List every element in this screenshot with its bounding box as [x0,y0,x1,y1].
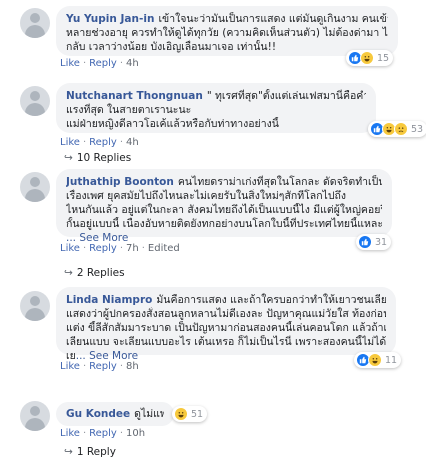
like-icon [358,235,372,249]
reaction-summary[interactable]: 15 [346,50,394,66]
haha-icon [174,407,188,421]
comment-text: หลายช่วงอายุ ควรทำให้ดูได้ทุกวัย (ความคิ… [66,27,388,39]
like-link[interactable]: Like [60,361,80,372]
reaction-count: 31 [375,236,388,248]
comment-bubble: Nutchanart Thongnuan " ทุเรศที่สุด"ตั้งแต… [56,83,376,133]
comment-text: " ทุเรศที่สุด"ตั้งแต่เล่นเฟสมานี่คือคำพู… [206,90,366,102]
reply-link[interactable]: Reply [89,58,117,69]
reaction-summary[interactable]: 11 [354,352,402,368]
comment-text: มันคือการแสดง และถ้าใครบอกว่าทำให้เยาวชน… [156,294,386,306]
comment-actions: Like · Reply · 7h · Edited [60,243,180,254]
like-link[interactable]: Like [60,243,80,254]
comment-text: ดูไม่แพง [134,408,164,420]
comment-actions: Like · Reply · 8h [60,361,139,372]
timestamp[interactable]: 8h [126,361,139,372]
replies-count[interactable]: 2 Replies [77,267,125,279]
replies-count[interactable]: 10 Replies [77,152,131,164]
comment-text: แรงที่สุด ในสายตาเรานะนะ [66,104,192,116]
comment-author[interactable]: Juthathip Boonton [66,176,174,188]
comment-author[interactable]: Linda Niampro [66,294,152,306]
reaction-count: 51 [191,408,204,420]
reply-link[interactable]: Reply [89,428,117,439]
reply-arrow-icon: ↪ [64,267,73,279]
comment-author[interactable]: Nutchanart Thongnuan [66,90,203,102]
comment-text: แสดงว่าผู้ปกครองสั่งสอนลูกหลานไม่ดีเองละ… [66,308,386,320]
like-link[interactable]: Like [60,137,80,148]
timestamp[interactable]: 4h [126,137,139,148]
reply-arrow-icon: ↪ [64,446,73,458]
comment-text: กลับ เวลาว่างน้อย บังเอิญเลื่อนมาเจอ เท่… [66,41,277,53]
edited-label[interactable]: Edited [148,243,180,254]
comment-bubble: Yu Yupin Jan-in เข้าใจนะว่ามันเป็นการแสดง… [56,6,398,56]
reply-link[interactable]: Reply [89,243,117,254]
avatar[interactable] [20,172,50,202]
comment-text: เข้าใจนะว่ามันเป็นการแสดง แต่มันดูเกินงา… [158,13,388,25]
reaction-count: 11 [385,354,398,366]
avatar[interactable] [20,86,50,116]
like-link[interactable]: Like [60,58,80,69]
comment-author[interactable]: Gu Kondee [66,408,130,420]
timestamp[interactable]: 7h [126,243,139,254]
avatar[interactable] [20,401,50,431]
comment-bubble: Juthathip Boonton คนไทยดราม่าเก่งที่สุดใน… [56,169,392,244]
reply-link[interactable]: Reply [89,361,117,372]
like-link[interactable]: Like [60,428,80,439]
comment-text: กั้นอยู่แบบนี้ เนื่องอับหายติดยังทกอย่าง… [66,218,382,230]
reaction-count: 15 [377,52,390,64]
comment-text: ไหนกันแล้ว อยู่แต่ในกะลา สังคมไทยถึงได้เ… [66,204,382,216]
comment-actions: Like · Reply · 4h [60,137,139,148]
comment-text: คนไทยดราม่าเก่งที่สุดในโลกละ ดัดจริตทำเป… [177,176,382,188]
sad-icon [394,122,408,136]
comment-text: เลียนแบบ จะเลียนแบบอะไร เต้นเหรอ ก็ไม่เป… [66,336,386,348]
haha-icon [360,51,374,65]
reaction-summary[interactable]: 51 [172,406,208,422]
haha-icon [368,353,382,367]
avatar[interactable] [20,291,50,321]
view-replies-link[interactable]: ↪ 2 Replies [64,267,125,279]
avatar[interactable] [20,8,50,38]
reaction-count: 53 [411,123,424,135]
comment-author[interactable]: Yu Yupin Jan-in [66,13,154,25]
reaction-summary[interactable]: 53 [368,121,426,137]
comment-text: แต่ง ขี้ลีสักสัมมาระบาด เป็นปัญหามาก่อนส… [66,322,386,334]
comment-text: เรื่องเพศ ยุคสมัยไปถึงไหนละไม่เคยรับในสิ… [66,190,346,202]
reaction-summary[interactable]: 31 [356,234,392,250]
timestamp[interactable]: 10h [126,428,145,439]
comment-bubble: Gu Kondee ดูไม่แพง [56,402,174,426]
reply-arrow-icon: ↪ [64,152,73,164]
comment-actions: Like · Reply · 4h [60,58,139,69]
view-replies-link[interactable]: ↪ 1 Reply [64,446,116,458]
reply-link[interactable]: Reply [89,137,117,148]
comment-text: แม่ฝ่ายหญิงดีลาวโอเค้แล้วหรือกับท่าทางอย… [66,118,279,130]
timestamp[interactable]: 4h [126,58,139,69]
replies-count[interactable]: 1 Reply [77,446,116,458]
view-replies-link[interactable]: ↪ 10 Replies [64,152,131,164]
comment-actions: Like · Reply · 10h [60,428,146,439]
comment-bubble: Linda Niampro มันคือการแสดง และถ้าใครบอกว… [56,287,396,362]
